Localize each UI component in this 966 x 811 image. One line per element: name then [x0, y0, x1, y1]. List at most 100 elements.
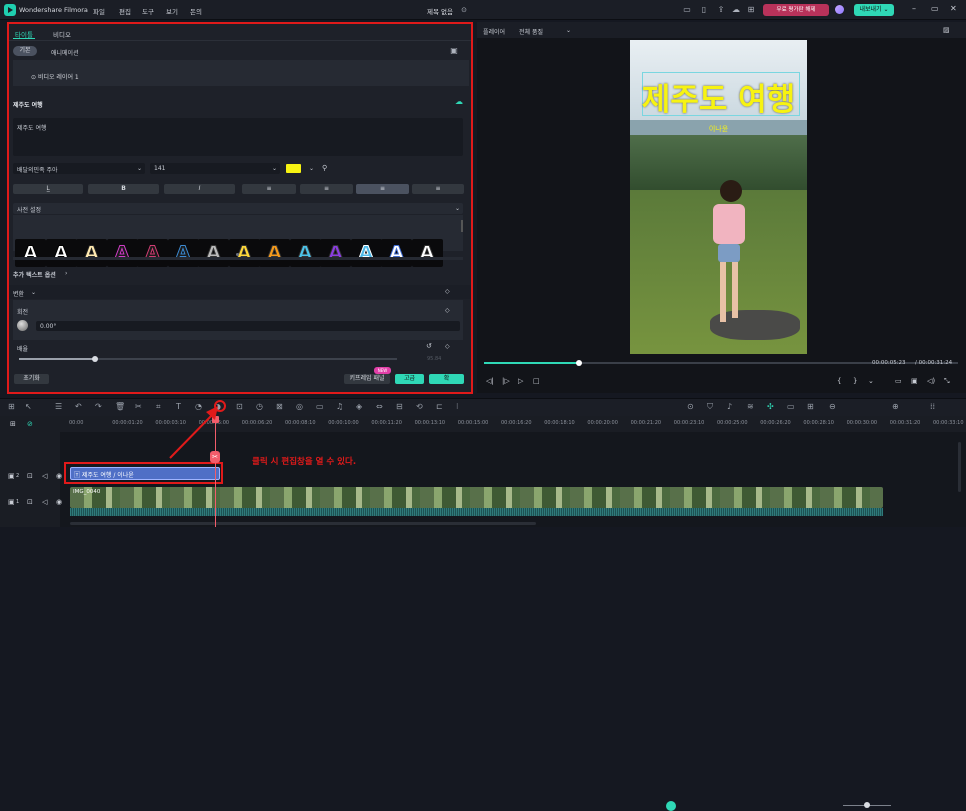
preset-swatch[interactable]: A: [137, 239, 168, 267]
preset-swatch[interactable]: A: [411, 239, 443, 267]
timeline-ruler[interactable]: ⊞ ⊘ 00:00 00:00:01:20 00:00:03:10 00:00:05:…: [0, 416, 966, 432]
lock-icon[interactable]: ⊡: [27, 472, 33, 480]
stretch-icon[interactable]: ⇔: [376, 402, 383, 411]
menu-help[interactable]: 돈의: [190, 6, 202, 16]
track-icon[interactable]: ⟲: [416, 402, 423, 411]
mic-icon[interactable]: ♪: [727, 402, 732, 411]
preset-swatch[interactable]: A: [381, 239, 412, 267]
title-clip[interactable]: 🅃 제주도 여행 / 이나윤: [70, 467, 220, 480]
scale-slider-track[interactable]: [19, 356, 397, 362]
preset-swatch[interactable]: A: [198, 239, 229, 267]
more-icon[interactable]: ⁝: [456, 402, 459, 411]
transform-header[interactable]: 변환 ⌄ ◇: [9, 285, 471, 299]
project-info-icon[interactable]: ⊙: [459, 5, 469, 15]
extra-text-options[interactable]: 추가 텍스트 옵션: [13, 270, 56, 279]
preset-dropdown[interactable]: 사전 설정 ⌄: [13, 203, 463, 214]
chevron-right-icon[interactable]: ›: [65, 270, 67, 277]
playback-knob[interactable]: [575, 360, 582, 366]
subtitle-icon[interactable]: ▭: [316, 402, 324, 411]
align-justify-button[interactable]: ≡: [412, 184, 464, 194]
undo-icon[interactable]: ↶: [75, 402, 82, 411]
cloud-icon[interactable]: ☁: [731, 5, 741, 15]
preset-swatch[interactable]: A: [106, 239, 138, 267]
document-icon[interactable]: ▯: [699, 5, 709, 15]
save-preset-icon[interactable]: ▣: [449, 46, 459, 56]
grid-icon[interactable]: ⊞: [807, 402, 814, 411]
grid-menu-icon[interactable]: ⁞⁞: [930, 402, 935, 411]
ai-icon[interactable]: ☁: [454, 97, 464, 107]
align-center-button[interactable]: ≡: [300, 184, 353, 194]
ok-button[interactable]: 확: [429, 374, 464, 384]
step-back-icon[interactable]: |▷: [502, 377, 510, 385]
prev-frame-icon[interactable]: ◁|: [486, 377, 494, 385]
play-icon[interactable]: ▷: [518, 377, 523, 385]
camera-icon[interactable]: ▣: [911, 377, 918, 385]
keyframe-panel-button[interactable]: 키프레임 패널: [344, 374, 390, 384]
align-left-button[interactable]: ≡: [242, 184, 296, 194]
rotation-input[interactable]: 0.00°: [36, 321, 460, 331]
link-icon[interactable]: ⊘: [27, 420, 33, 428]
maximize-icon[interactable]: ▭: [931, 4, 939, 13]
tab-video[interactable]: 비디오: [53, 29, 71, 39]
audio-icon[interactable]: ♫: [336, 402, 343, 411]
advanced-button[interactable]: 고급: [395, 374, 424, 384]
select-icon[interactable]: ↖: [25, 402, 32, 411]
snapshot-icon[interactable]: ▨: [943, 26, 950, 34]
snap-icon[interactable]: ⊙: [687, 402, 694, 411]
monitor-icon[interactable]: ▭: [682, 5, 692, 15]
eye-icon[interactable]: ◉: [56, 498, 62, 506]
preset-swatch[interactable]: A: [15, 239, 46, 267]
promo-button[interactable]: 무료 평가판 해제: [763, 4, 829, 16]
video-clip[interactable]: IMG_0040: [70, 487, 883, 508]
scale-slider-knob[interactable]: [91, 356, 98, 362]
align-right-button[interactable]: ≡: [356, 184, 409, 194]
reset-button[interactable]: 초기화: [14, 374, 49, 384]
render-preview-icon[interactable]: [666, 801, 676, 811]
layout-icon[interactable]: ⊞: [8, 402, 15, 411]
avatar[interactable]: [835, 5, 844, 14]
subtab-animation[interactable]: 애니메이션: [51, 48, 79, 57]
keyframe-diamond-icon[interactable]: ◇: [445, 343, 450, 350]
menu-view[interactable]: 보기: [166, 6, 178, 16]
motion-icon[interactable]: ◎: [296, 402, 303, 411]
add-track-icon[interactable]: ⊞: [10, 420, 16, 428]
grid-icon[interactable]: ⊞: [746, 5, 756, 15]
preset-swatch[interactable]: A: [167, 239, 199, 267]
minimize-icon[interactable]: –: [912, 4, 916, 13]
preset-scrollbar[interactable]: [461, 220, 463, 232]
audio-icon[interactable]: ◁: [42, 498, 47, 506]
zoom-knob[interactable]: [864, 802, 870, 808]
keyframe-diamond-icon[interactable]: ◇: [445, 307, 450, 314]
font-size-select[interactable]: 141 ⌄: [150, 163, 280, 174]
keyframe-diamond-icon[interactable]: ◇: [445, 288, 450, 295]
text-color-swatch[interactable]: [286, 164, 301, 173]
eye-icon[interactable]: ◉: [56, 472, 62, 480]
display-icon[interactable]: ▭: [895, 377, 902, 385]
settings-icon[interactable]: ☰: [55, 402, 62, 411]
menu-tools[interactable]: 도구: [142, 6, 154, 16]
timeline-vscrollbar[interactable]: [958, 442, 961, 492]
pip-icon[interactable]: ⊏: [436, 402, 443, 411]
auto-icon[interactable]: ✣: [767, 402, 774, 411]
clip-icon[interactable]: ▭: [787, 402, 795, 411]
preset-swatch[interactable]: A: [76, 239, 107, 267]
cut-icon[interactable]: ✂: [135, 402, 142, 411]
reset-icon[interactable]: ↺: [426, 342, 432, 350]
stabilize-icon[interactable]: ⊟: [396, 402, 403, 411]
font-select[interactable]: 배달의민족 주아 ⌄: [13, 163, 145, 174]
audio-waveform[interactable]: [70, 508, 883, 516]
redo-icon[interactable]: ↷: [95, 402, 102, 411]
render-icon[interactable]: ⌄: [868, 377, 874, 385]
freeze-icon[interactable]: ⊠: [276, 402, 283, 411]
mark-out-icon[interactable]: }: [853, 377, 857, 385]
preset-swatch[interactable]: A: [45, 239, 77, 267]
preset-swatch[interactable]: A: [228, 239, 260, 267]
mix-icon[interactable]: ≋: [747, 402, 754, 411]
menu-file[interactable]: 파일: [93, 6, 105, 16]
text-input[interactable]: 제주도 여행: [13, 118, 463, 156]
chevron-down-icon[interactable]: ⌄: [309, 165, 314, 172]
eyedropper-icon[interactable]: ⚲: [322, 164, 327, 172]
preset-swatch[interactable]: A: [289, 239, 321, 267]
chevron-down-icon[interactable]: ⌄: [566, 27, 571, 34]
preset-swatch[interactable]: A: [259, 239, 290, 267]
